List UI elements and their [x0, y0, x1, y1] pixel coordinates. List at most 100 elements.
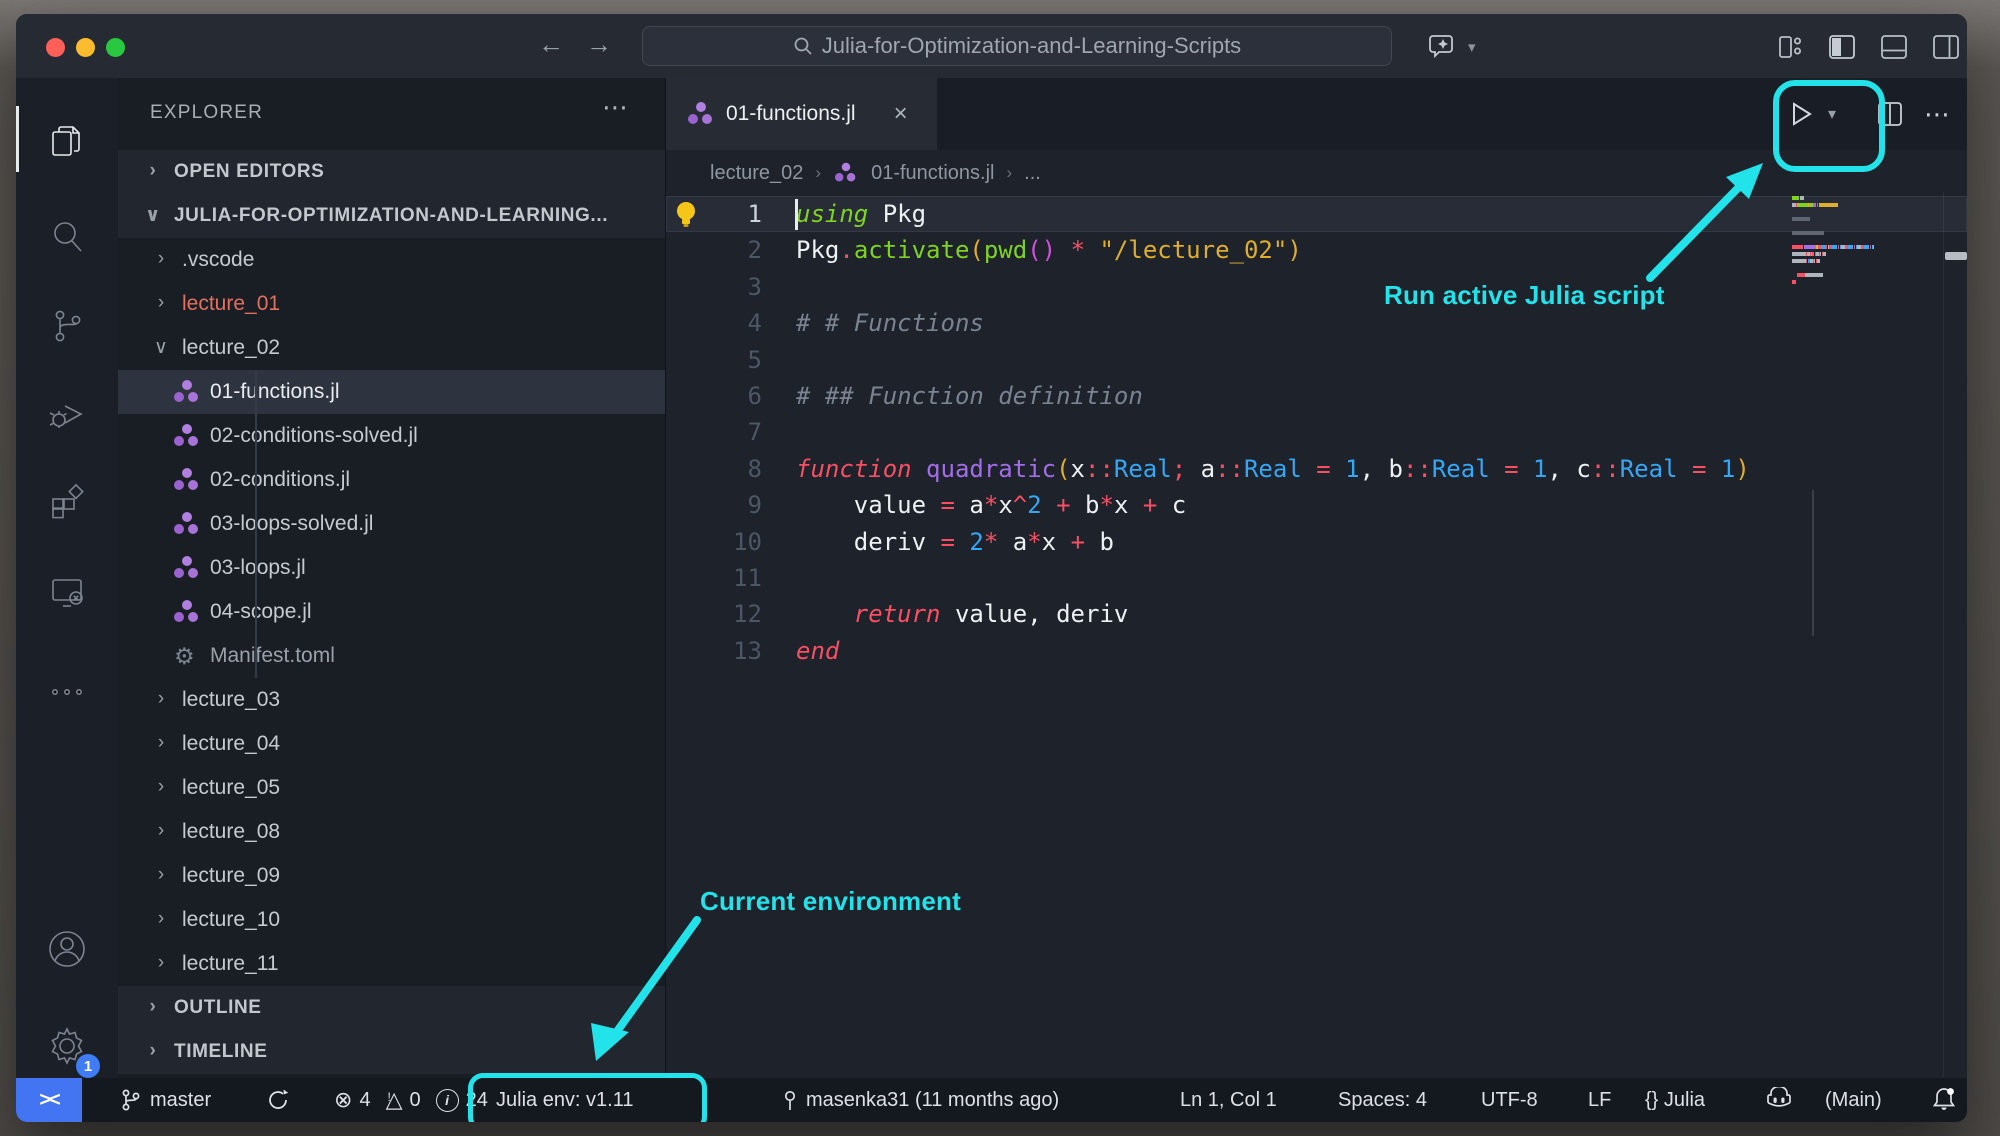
code-editor[interactable]: 1using Pkg2Pkg.activate(pwd() * "/lectur… — [666, 196, 1967, 669]
code-line-7[interactable]: 7 — [666, 414, 1967, 450]
cursor-position-label: Ln 1, Col 1 — [1180, 1089, 1277, 1112]
item-label: 02-conditions.jl — [210, 468, 350, 492]
code-line-4[interactable]: 4# # Functions — [666, 305, 1967, 341]
commit-icon — [782, 1087, 798, 1113]
line-number: 11 — [666, 560, 762, 596]
code-line-5[interactable]: 5 — [666, 342, 1967, 378]
notifications-bell-item[interactable] — [1931, 1078, 1957, 1122]
code-line-1[interactable]: 1using Pkg — [666, 196, 1967, 232]
item-label: 03-loops-solved.jl — [210, 512, 373, 536]
eol-item[interactable]: LF — [1588, 1078, 1611, 1122]
breadcrumb-item[interactable]: lecture_02 — [710, 162, 803, 185]
tab-01-functions[interactable]: 01-functions.jl × — [666, 78, 937, 150]
commit-author-item[interactable]: masenka31 (11 months ago) — [782, 1078, 1059, 1122]
line-number: 10 — [666, 524, 762, 560]
section-timeline[interactable]: ›TIMELINE — [118, 1030, 665, 1074]
code-line-11[interactable]: 11 — [666, 560, 1967, 596]
code-line-3[interactable]: 3 — [666, 269, 1967, 305]
line-number: 9 — [666, 487, 762, 523]
toggle-primary-sidebar-icon[interactable] — [1828, 34, 1856, 65]
minimap-line — [1792, 259, 1820, 263]
tree-item-lecture-10[interactable]: ›lecture_10 — [118, 898, 665, 942]
item-label: 02-conditions-solved.jl — [210, 424, 418, 448]
activity-source-control-icon[interactable] — [16, 298, 118, 354]
code-line-12[interactable]: 12 return value, deriv — [666, 596, 1967, 632]
activity-account-icon[interactable] — [16, 921, 118, 977]
copilot-status-item[interactable] — [1765, 1078, 1793, 1122]
copilot-icon[interactable] — [1428, 31, 1458, 66]
activity-more-actions-icon[interactable] — [16, 664, 118, 720]
editor-tab-bar: 01-functions.jl × ▾ ⋯ — [666, 78, 1967, 150]
command-center-search[interactable]: Julia-for-Optimization-and-Learning-Scri… — [642, 26, 1392, 66]
code-line-8[interactable]: 8function quadratic(x::Real; a::Real = 1… — [666, 451, 1967, 487]
section-open-editors[interactable]: ›OPEN EDITORS — [118, 150, 665, 194]
section-outline[interactable]: ›OUTLINE — [118, 986, 665, 1030]
activity-run-debug-icon[interactable] — [16, 386, 118, 442]
item-label: 04-scope.jl — [210, 600, 312, 624]
customize-layout-icon[interactable] — [1778, 34, 1804, 65]
tree-item-01-functions-jl[interactable]: 01-functions.jl — [118, 370, 665, 414]
item-label: lecture_02 — [182, 336, 280, 360]
activity-settings-icon[interactable]: 1 — [16, 1018, 118, 1074]
activity-search-icon[interactable] — [16, 208, 118, 264]
tree-item-lecture-03[interactable]: ›lecture_03 — [118, 678, 665, 722]
section-julia-for-optimization-and-learning[interactable]: ∨JULIA-FOR-OPTIMIZATION-AND-LEARNING... — [118, 194, 665, 238]
run-button-highlight-box — [1773, 80, 1885, 172]
activity-remote-explorer-icon[interactable] — [16, 564, 118, 620]
tree-item-lecture-11[interactable]: ›lecture_11 — [118, 942, 665, 986]
tree-item-lecture-08[interactable]: ›lecture_08 — [118, 810, 665, 854]
code-line-6[interactable]: 6# ## Function definition — [666, 378, 1967, 414]
activity-explorer-icon[interactable] — [16, 114, 118, 170]
line-number: 6 — [666, 378, 762, 414]
language-mode-item[interactable]: {} Julia — [1645, 1078, 1705, 1122]
line-content: end — [796, 633, 839, 669]
tree-item-lecture-09[interactable]: ›lecture_09 — [118, 854, 665, 898]
code-line-2[interactable]: 2Pkg.activate(pwd() * "/lecture_02") — [666, 232, 1967, 268]
zoom-window-button[interactable] — [106, 38, 125, 57]
sync-changes-item[interactable] — [266, 1078, 290, 1122]
errors-icon: ⊗ — [334, 1087, 352, 1113]
remote-indicator[interactable]: >< — [16, 1078, 82, 1122]
editor-scrollbar[interactable] — [1943, 192, 1967, 1078]
tree-item-lecture-05[interactable]: ›lecture_05 — [118, 766, 665, 810]
close-tab-icon[interactable]: × — [894, 100, 908, 128]
code-line-13[interactable]: 13end — [666, 633, 1967, 669]
tree-item-lecture-01[interactable]: ›lecture_01 — [118, 282, 665, 326]
git-context-item[interactable]: (Main) — [1825, 1078, 1882, 1122]
cursor-position-item[interactable]: Ln 1, Col 1 — [1180, 1078, 1277, 1122]
lightbulb-icon[interactable] — [673, 200, 699, 235]
explorer-more-actions-icon[interactable]: ⋯ — [602, 92, 630, 123]
tree-item-02-conditions-jl[interactable]: 02-conditions.jl — [118, 458, 665, 502]
encoding-item[interactable]: UTF-8 — [1481, 1078, 1538, 1122]
breadcrumb-item[interactable]: ... — [1024, 162, 1041, 185]
editor-more-actions-icon[interactable]: ⋯ — [1924, 78, 1952, 150]
item-label: OUTLINE — [174, 997, 262, 1019]
minimize-window-button[interactable] — [76, 38, 95, 57]
tree-item-manifest-toml[interactable]: ⚙Manifest.toml — [118, 634, 665, 678]
code-line-10[interactable]: 10 deriv = 2* a*x + b — [666, 524, 1967, 560]
git-branch-item[interactable]: master — [120, 1078, 211, 1122]
code-indent-guide — [1812, 490, 1814, 636]
tree-item-04-scope-jl[interactable]: 04-scope.jl — [118, 590, 665, 634]
item-label: JULIA-FOR-OPTIMIZATION-AND-LEARNING... — [174, 205, 608, 227]
breadcrumb-item[interactable]: 01-functions.jl — [871, 162, 994, 185]
toggle-secondary-sidebar-icon[interactable] — [1932, 34, 1960, 65]
line-number: 4 — [666, 305, 762, 341]
tree-item--vscode[interactable]: ›.vscode — [118, 238, 665, 282]
close-window-button[interactable] — [46, 38, 65, 57]
nav-back-icon[interactable]: ← — [538, 29, 564, 60]
tree-item-02-conditions-solved-jl[interactable]: 02-conditions-solved.jl — [118, 414, 665, 458]
copilot-chevron-icon[interactable]: ▾ — [1468, 38, 1476, 56]
git-context-label: (Main) — [1825, 1089, 1882, 1112]
tree-item-lecture-04[interactable]: ›lecture_04 — [118, 722, 665, 766]
nav-forward-icon[interactable]: → — [586, 29, 612, 60]
scrollbar-thumb[interactable] — [1945, 252, 1967, 260]
tree-item-03-loops-solved-jl[interactable]: 03-loops-solved.jl — [118, 502, 665, 546]
indentation-item[interactable]: Spaces: 4 — [1338, 1078, 1427, 1122]
code-line-9[interactable]: 9 value = a*x^2 + b*x + c — [666, 487, 1967, 523]
tree-item-03-loops-jl[interactable]: 03-loops.jl — [118, 546, 665, 590]
tree-item-lecture-02[interactable]: ∨lecture_02 — [118, 326, 665, 370]
activity-extensions-icon[interactable] — [16, 474, 118, 530]
toggle-panel-icon[interactable] — [1880, 34, 1908, 65]
problems-item[interactable]: ⊗ 4 △! 0 i 24 — [334, 1078, 488, 1122]
